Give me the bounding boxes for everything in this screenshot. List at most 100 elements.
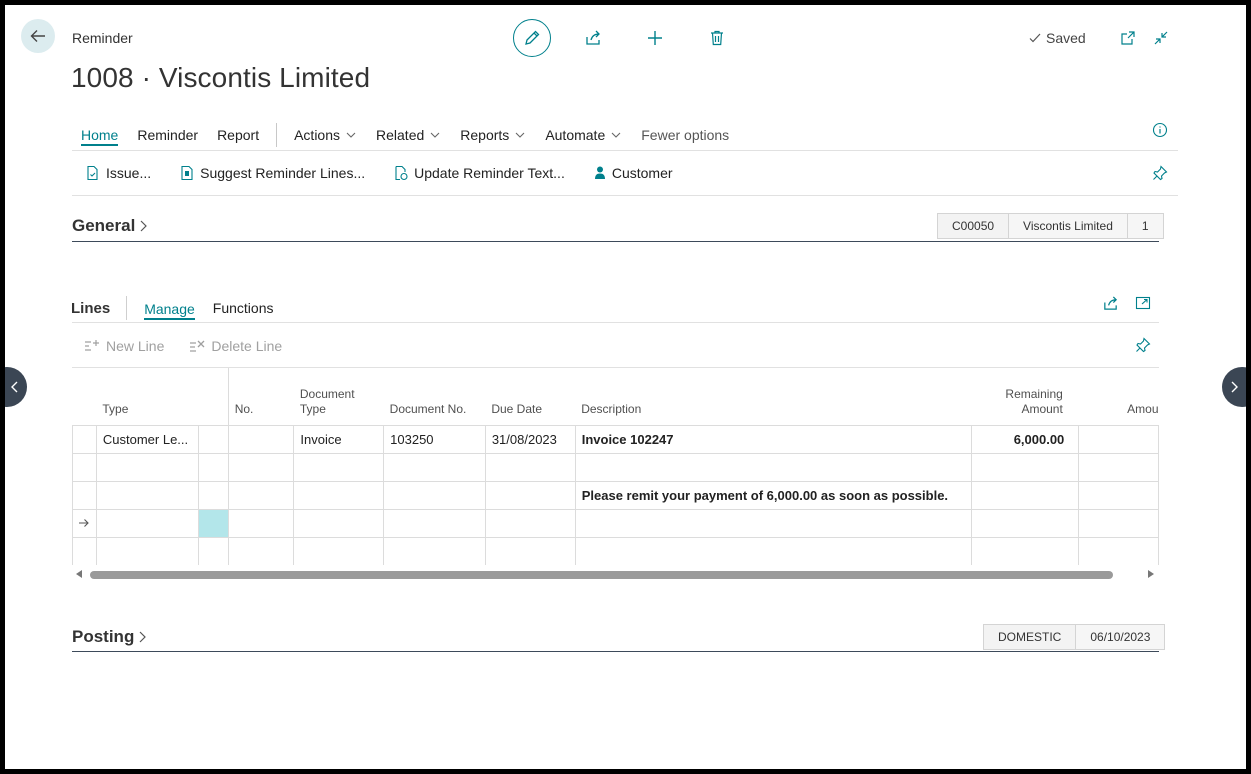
cell-description[interactable]: Please remit your payment of 6,000.00 as… [574, 480, 972, 510]
cell-amount[interactable] [1078, 508, 1159, 538]
cell-type[interactable]: Customer Le... [95, 424, 199, 454]
cell-amount[interactable] [1078, 452, 1159, 482]
cell-remaining-amount[interactable] [970, 452, 1080, 482]
cell-document-type[interactable] [293, 536, 385, 565]
cell-type[interactable] [95, 452, 199, 482]
table-row[interactable] [72, 508, 1159, 538]
table-row[interactable] [72, 536, 1159, 565]
cell-no[interactable] [227, 508, 295, 538]
cell-spacer[interactable] [197, 480, 229, 510]
row-indicator[interactable] [72, 452, 97, 482]
column-header-type[interactable]: Type [96, 368, 198, 425]
cell-document-no[interactable] [383, 480, 486, 510]
tab-functions[interactable]: Functions [213, 300, 274, 316]
cell-spacer-selected[interactable] [197, 508, 229, 538]
posting-fasttab-header[interactable]: Posting [72, 627, 147, 647]
tab-manage[interactable]: Manage [144, 301, 195, 320]
edit-button[interactable] [513, 19, 551, 57]
column-header-document-no[interactable]: Document No. [384, 368, 486, 425]
cell-amount[interactable] [1078, 424, 1159, 454]
suggest-reminder-lines-action[interactable]: Suggest Reminder Lines... [179, 165, 365, 181]
cell-due-date[interactable] [484, 452, 576, 482]
issue-action[interactable]: Issue... [85, 165, 151, 181]
cell-description[interactable] [574, 452, 972, 482]
cell-type[interactable] [95, 536, 199, 565]
cell-no[interactable] [227, 480, 295, 510]
cell-document-type[interactable] [293, 452, 385, 482]
cell-remaining-amount[interactable]: 6,000.00 [970, 424, 1080, 454]
share-button[interactable] [582, 27, 604, 49]
cell-document-no[interactable] [383, 452, 486, 482]
table-row[interactable]: Customer Le... Invoice 103250 31/08/2023… [72, 424, 1159, 454]
menu-actions[interactable]: Actions [294, 127, 357, 143]
lines-share-button[interactable] [1100, 293, 1120, 313]
scroll-left-arrow[interactable] [75, 569, 83, 579]
row-indicator[interactable] [72, 508, 97, 538]
cell-document-no[interactable] [383, 508, 486, 538]
next-record-button[interactable] [1222, 367, 1246, 407]
column-header-description[interactable]: Description [575, 368, 971, 425]
row-indicator[interactable] [72, 480, 97, 510]
cell-due-date[interactable] [484, 480, 576, 510]
row-indicator[interactable] [72, 536, 97, 565]
open-new-window-button[interactable] [1118, 28, 1138, 48]
column-header-due-date[interactable]: Due Date [485, 368, 575, 425]
cell-amount[interactable] [1078, 480, 1159, 510]
new-line-action[interactable]: New Line [84, 338, 164, 354]
menu-report[interactable]: Report [217, 127, 259, 143]
cell-due-date[interactable]: 31/08/2023 [484, 424, 576, 454]
cell-remaining-amount[interactable] [970, 508, 1080, 538]
cell-type[interactable] [95, 508, 199, 538]
cell-no[interactable] [227, 452, 295, 482]
menu-related[interactable]: Related [376, 127, 441, 143]
customer-action[interactable]: Customer [593, 165, 673, 181]
scrollbar-thumb[interactable] [90, 571, 1113, 579]
menu-fewer-options[interactable]: Fewer options [641, 127, 729, 143]
new-button[interactable] [644, 27, 666, 49]
cell-description[interactable] [574, 536, 972, 565]
previous-record-button[interactable] [5, 367, 27, 407]
cell-remaining-amount[interactable] [970, 536, 1080, 565]
info-button[interactable] [1151, 121, 1169, 139]
delete-button[interactable] [706, 27, 728, 49]
cell-no[interactable] [227, 424, 295, 454]
cell-spacer[interactable] [197, 424, 229, 454]
general-fasttab-header[interactable]: General [72, 216, 148, 236]
cell-description[interactable]: Invoice 102247 [574, 424, 972, 454]
menu-home[interactable]: Home [81, 127, 119, 146]
table-row[interactable]: Please remit your payment of 6,000.00 as… [72, 480, 1159, 510]
back-button[interactable] [21, 19, 55, 53]
pin-actions-button[interactable] [1151, 164, 1169, 182]
table-row[interactable] [72, 452, 1159, 482]
column-header-no[interactable]: No. [228, 368, 294, 425]
cell-document-type[interactable] [293, 480, 385, 510]
cell-document-type[interactable] [293, 508, 385, 538]
lines-expand-button[interactable] [1133, 293, 1153, 313]
column-header-amount[interactable]: Amou [1079, 368, 1158, 425]
lines-pin-button[interactable] [1134, 336, 1152, 354]
cell-type[interactable] [95, 480, 199, 510]
cell-amount[interactable] [1078, 536, 1159, 565]
menu-report-label: Report [217, 127, 260, 143]
menu-reminder[interactable]: Reminder [137, 127, 198, 143]
cell-due-date[interactable] [484, 508, 576, 538]
column-header-remaining-amount[interactable]: Remaining Amount [971, 368, 1079, 425]
cell-no[interactable] [227, 536, 295, 565]
update-reminder-text-label: Update Reminder Text... [414, 165, 565, 181]
cell-due-date[interactable] [484, 536, 576, 565]
cell-spacer[interactable] [197, 536, 229, 565]
column-header-document-type[interactable]: Document Type [294, 368, 384, 425]
cell-document-type[interactable]: Invoice [293, 424, 385, 454]
cell-document-no[interactable] [383, 536, 486, 565]
menu-reports[interactable]: Reports [460, 127, 526, 143]
row-indicator[interactable] [72, 424, 97, 454]
cell-document-no[interactable]: 103250 [383, 424, 486, 454]
menu-automate[interactable]: Automate [545, 127, 622, 143]
scroll-right-arrow[interactable] [1147, 569, 1155, 579]
cell-description[interactable] [574, 508, 972, 538]
update-reminder-text-action[interactable]: Update Reminder Text... [393, 165, 565, 181]
collapse-button[interactable] [1151, 28, 1171, 48]
cell-spacer[interactable] [197, 452, 229, 482]
cell-remaining-amount[interactable] [970, 480, 1080, 510]
delete-line-action[interactable]: Delete Line [189, 338, 282, 354]
